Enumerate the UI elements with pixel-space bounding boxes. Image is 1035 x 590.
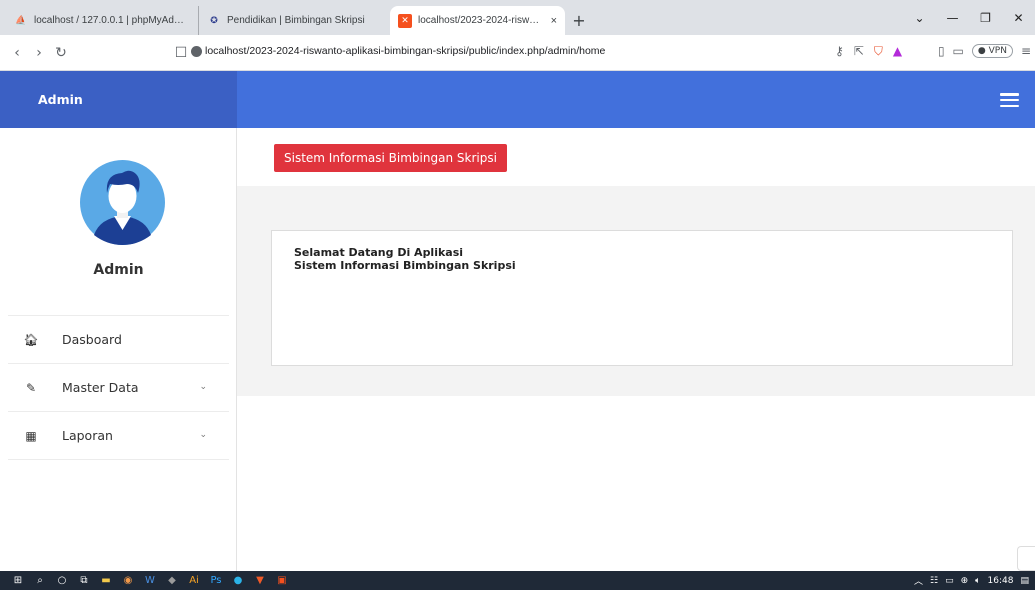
xampp-icon: ✕ [398,13,412,28]
page-title-badge: Sistem Informasi Bimbingan Skripsi [274,144,507,172]
browser-tab-phpmyadmin[interactable]: ⛵ localhost / 127.0.0.1 | phpMyAdmin [6,6,192,35]
sidebar-menu: 🏠︎ Dasboard ✎ Master Data ⌄ ▦ Laporan ⌄ [8,315,229,460]
windows-start-icon[interactable]: ⊞ [8,571,28,590]
vpn-label: VPN [988,46,1007,56]
wallet-icon[interactable]: ▭ [953,44,964,58]
battery-icon[interactable]: ▭ [945,576,954,586]
search-icon[interactable]: ⌕ [30,571,50,590]
sidebar-icon[interactable]: ▯ [938,44,945,58]
brand-header: Admin [0,71,237,128]
maximize-icon[interactable]: ❐ [969,11,1002,25]
hamburger-menu-icon[interactable] [1000,93,1019,107]
tab-title: localhost/2023-2024-riswanto-a [418,15,545,26]
brave-rewards-icon[interactable]: ▲ [893,44,902,59]
bookmark-icon[interactable]: ☐ [170,45,192,61]
welcome-line-1: Selamat Datang Di Aplikasi [294,246,464,259]
new-tab-button[interactable]: + [567,6,591,35]
welcome-text: Selamat Datang Di Aplikasi Sistem Inform… [294,246,516,272]
browser-tab-strip: ⛵ localhost / 127.0.0.1 | phpMyAdmin ✪ P… [0,0,1035,35]
windows-taskbar: ⊞ ⌕ ○ ⧉ ▬ ◉ W ◆ Ai Ps ● ▼ ▣ ︿ ☷ ▭ ⊕ 🔈︎ 1… [0,571,1035,590]
user-name: Admin [93,262,144,278]
sidebar-item-label: Master Data [62,380,139,395]
chevron-down-icon: ⌄ [199,430,207,440]
tab-title: Pendidikan | Bimbingan Skripsi [227,15,365,26]
network-icon[interactable]: ☷ [930,576,938,586]
minimize-icon[interactable]: — [936,11,969,25]
user-avatar-icon [80,160,165,245]
app-root: Admin Admin 🏠︎ Dasboard ✎ Master Data ⌄ [0,71,1035,571]
chrome-icon[interactable]: ◉ [118,571,138,590]
school-icon: ✪ [210,15,218,25]
tab-title: localhost / 127.0.0.1 | phpMyAdmin [34,15,184,26]
site-info-icon[interactable] [191,46,202,57]
app-icon[interactable]: ◆ [162,571,182,590]
browser-tab-pendidikan[interactable]: ✪ Pendidikan | Bimbingan Skripsi [198,6,384,35]
welcome-line-2: Sistem Informasi Bimbingan Skripsi [294,259,516,272]
illustrator-icon[interactable]: Ai [184,571,204,590]
sidebar-item-label: Laporan [62,428,113,443]
chevron-down-icon: ⌄ [199,382,207,392]
word-icon[interactable]: W [140,571,160,590]
sidebar-item-label: Dasboard [62,332,122,347]
sidebar-item-master-data[interactable]: ✎ Master Data ⌄ [8,364,229,412]
forward-icon[interactable]: › [28,45,50,61]
phpmyadmin-icon: ⛵ [15,15,27,25]
edit-icon: ✎ [25,380,37,395]
menu-icon[interactable]: ≡ [1021,44,1031,58]
key-icon[interactable]: ⚷ [835,44,844,59]
edge-icon[interactable]: ● [228,571,248,590]
xampp-taskbar-icon[interactable]: ▣ [272,571,292,590]
clock[interactable]: 16:48 [988,576,1014,586]
tab-close-icon[interactable]: × [551,15,557,27]
sidebar-item-laporan[interactable]: ▦ Laporan ⌄ [8,412,229,460]
browser-toolbar-right: ▯ ▭ ● VPN ≡ [938,44,1031,58]
welcome-card: Selamat Datang Di Aplikasi Sistem Inform… [271,230,1013,366]
share-icon[interactable]: ⇱ [854,44,864,59]
main-content: Sistem Informasi Bimbingan Skripsi Selam… [237,128,1035,571]
volume-icon[interactable]: 🔈︎ [975,576,980,586]
content-body: Selamat Datang Di Aplikasi Sistem Inform… [237,186,1035,396]
address-bar: ‹ › ↻ ☐ localhost/2023-2024-riswanto-apl… [0,35,1035,71]
back-icon[interactable]: ‹ [6,45,28,61]
vpn-button[interactable]: ● VPN [971,44,1013,58]
tray-chevron-icon[interactable]: ︿ [914,574,923,587]
task-view-icon[interactable]: ⧉ [74,571,94,590]
tab-search-icon[interactable]: ⌄ [903,11,936,25]
photoshop-icon[interactable]: Ps [206,571,226,590]
home-icon: 🏠︎ [23,332,39,347]
notification-icon[interactable]: ▤ [1020,576,1029,586]
url-input[interactable]: localhost/2023-2024-riswanto-aplikasi-bi… [205,45,605,57]
brand-label: Admin [38,92,83,107]
content-header: Sistem Informasi Bimbingan Skripsi [237,128,1035,186]
scroll-top-button[interactable] [1017,546,1035,571]
language-icon[interactable]: ⊕ [961,576,969,586]
brave-icon[interactable]: ▼ [250,571,270,590]
close-window-icon[interactable]: ✕ [1002,11,1035,25]
sidebar: Admin 🏠︎ Dasboard ✎ Master Data ⌄ ▦ Lapo… [0,128,237,571]
brave-shield-icon[interactable]: ⛉ [874,44,883,59]
url-actions: ⚷ ⇱ ⛉ ▲ [835,44,902,59]
calendar-icon: ▦ [25,428,37,443]
top-navbar [237,71,1035,128]
file-explorer-icon[interactable]: ▬ [96,571,116,590]
cortana-icon[interactable]: ○ [52,571,72,590]
reload-icon[interactable]: ↻ [50,45,72,61]
system-tray: ︿ ☷ ▭ ⊕ 🔈︎ 16:48 ▤ [914,574,1029,588]
window-controls: ⌄ — ❐ ✕ [903,0,1035,35]
sidebar-item-dasboard[interactable]: 🏠︎ Dasboard [8,316,229,364]
browser-tab-active[interactable]: ✕ localhost/2023-2024-riswanto-a × [390,6,565,35]
